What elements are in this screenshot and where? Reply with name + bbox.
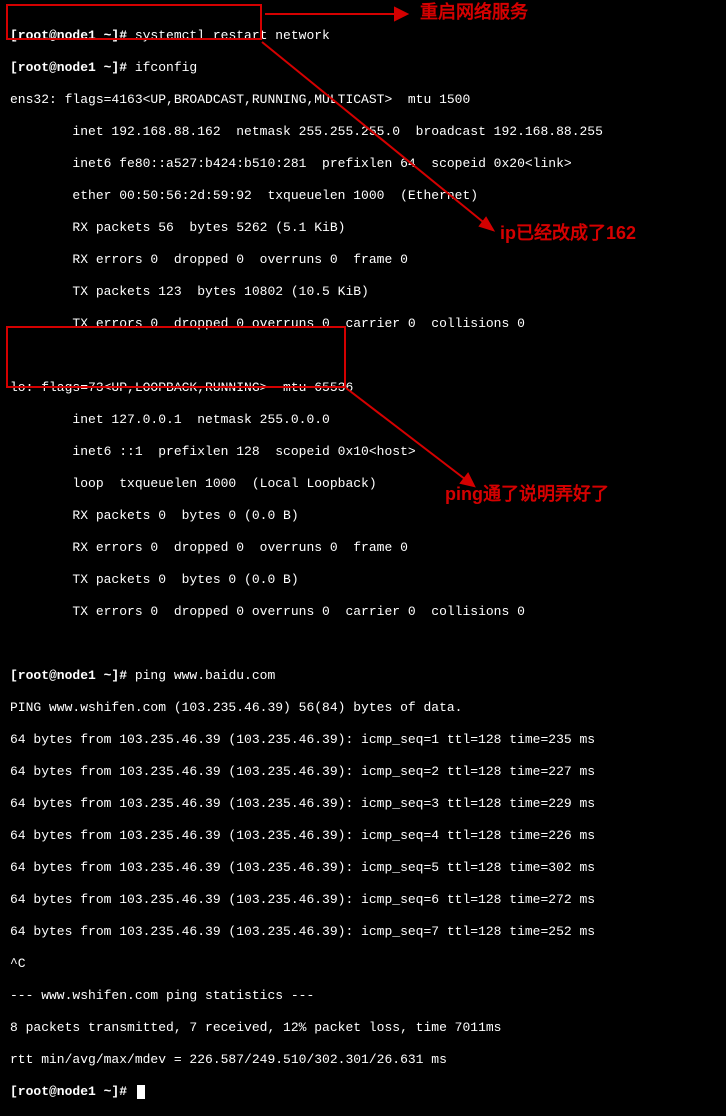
ping-header: PING www.wshifen.com (103.235.46.39) 56(… (10, 700, 716, 716)
ifconfig-lo-rxp: RX packets 0 bytes 0 (0.0 B) (10, 508, 716, 524)
ping-line: 64 bytes from 103.235.46.39 (103.235.46.… (10, 828, 716, 844)
annotation-label-ip: ip已经改成了162 (500, 225, 636, 241)
ping-line: 64 bytes from 103.235.46.39 (103.235.46.… (10, 764, 716, 780)
prompt: [root@node1 ~]# (10, 668, 135, 683)
ifconfig-ens32-header: ens32: flags=4163<UP,BROADCAST,RUNNING,M… (10, 92, 716, 108)
prompt: [root@node1 ~]# (10, 60, 135, 75)
ifconfig-lo-loop: loop txqueuelen 1000 (Local Loopback) (10, 476, 716, 492)
ifconfig-ens32-ether: ether 00:50:56:2d:59:92 txqueuelen 1000 … (10, 188, 716, 204)
ping-ctrlc: ^C (10, 956, 716, 972)
ifconfig-ens32-rxe: RX errors 0 dropped 0 overruns 0 frame 0 (10, 252, 716, 268)
ping-stats-1: 8 packets transmitted, 7 received, 12% p… (10, 1020, 716, 1036)
prompt: [root@node1 ~]# (10, 28, 135, 43)
ifconfig-ens32-txe: TX errors 0 dropped 0 overruns 0 carrier… (10, 316, 716, 332)
ifconfig-lo-txe: TX errors 0 dropped 0 overruns 0 carrier… (10, 604, 716, 620)
ifconfig-lo-inet: inet 127.0.0.1 netmask 255.0.0.0 (10, 412, 716, 428)
ifconfig-lo-header: lo: flags=73<UP,LOOPBACK,RUNNING> mtu 65… (10, 380, 716, 396)
ifconfig-ens32-inet: inet 192.168.88.162 netmask 255.255.255.… (10, 124, 716, 140)
ifconfig-lo-inet6: inet6 ::1 prefixlen 128 scopeid 0x10<hos… (10, 444, 716, 460)
ifconfig-lo-rxe: RX errors 0 dropped 0 overruns 0 frame 0 (10, 540, 716, 556)
cmd-restart: systemctl restart network (135, 28, 330, 43)
ifconfig-ens32-inet6: inet6 fe80::a527:b424:b510:281 prefixlen… (10, 156, 716, 172)
annotation-label-restart: 重启网络服务 (420, 4, 528, 20)
ping-line: 64 bytes from 103.235.46.39 (103.235.46.… (10, 860, 716, 876)
cmd-ifconfig: ifconfig (135, 60, 197, 75)
ping-stats-2: rtt min/avg/max/mdev = 226.587/249.510/3… (10, 1052, 716, 1068)
ping-stats-header: --- www.wshifen.com ping statistics --- (10, 988, 716, 1004)
terminal-output[interactable]: [root@node1 ~]# systemctl restart networ… (10, 12, 716, 1116)
ifconfig-ens32-txp: TX packets 123 bytes 10802 (10.5 KiB) (10, 284, 716, 300)
ping-line: 64 bytes from 103.235.46.39 (103.235.46.… (10, 796, 716, 812)
ping-line: 64 bytes from 103.235.46.39 (103.235.46.… (10, 924, 716, 940)
cmd-ping: ping www.baidu.com (135, 668, 275, 683)
ping-line: 64 bytes from 103.235.46.39 (103.235.46.… (10, 892, 716, 908)
prompt: [root@node1 ~]# (10, 1084, 135, 1099)
ping-line: 64 bytes from 103.235.46.39 (103.235.46.… (10, 732, 716, 748)
annotation-label-ping: ping通了说明弄好了 (445, 486, 609, 502)
ifconfig-lo-txp: TX packets 0 bytes 0 (0.0 B) (10, 572, 716, 588)
cursor (137, 1085, 145, 1099)
